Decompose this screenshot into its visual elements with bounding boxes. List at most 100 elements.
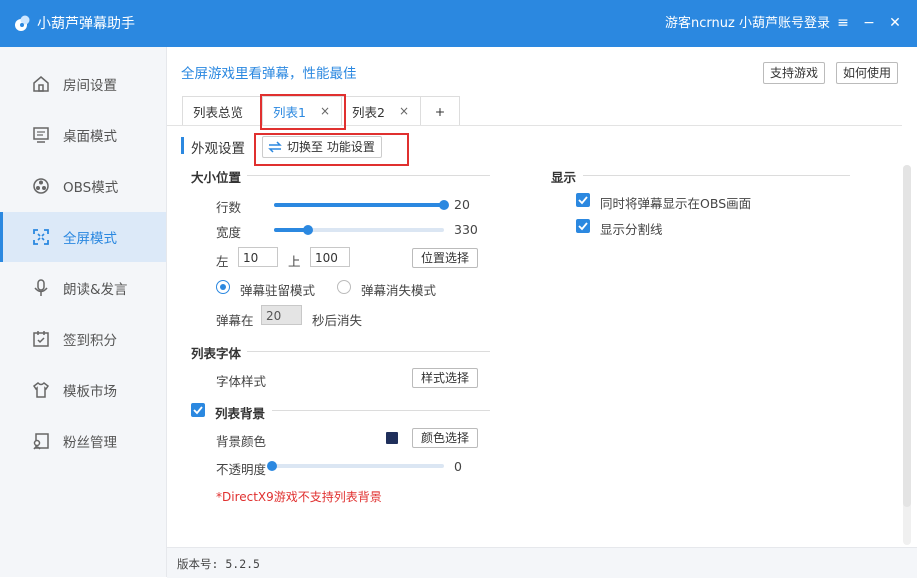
check-icon	[578, 196, 588, 205]
divider	[247, 351, 490, 352]
house-icon	[33, 76, 49, 92]
vanish-mode-radio[interactable]	[337, 280, 351, 294]
rows-label: 行数	[216, 200, 242, 215]
top-offset-input[interactable]: 100	[310, 247, 350, 267]
app-title: 小葫芦弹幕助手	[37, 16, 135, 32]
vanish-prefix-label: 弹幕在	[216, 313, 254, 328]
switch-to-function-settings-button[interactable]: 切换至 功能设置	[262, 136, 382, 158]
sidebar-item-desktop-mode[interactable]: 桌面模式	[0, 110, 166, 160]
status-footer: 版本号: 5.2.5	[167, 547, 917, 578]
sidebar-item-template-market[interactable]: 模板市场	[0, 365, 166, 415]
tab-label: 列表2	[352, 104, 385, 120]
monitor-icon	[33, 127, 49, 143]
sidebar-item-label: 粉丝管理	[63, 435, 117, 451]
sidebar-item-label: 模板市场	[63, 384, 117, 400]
sidebar-item-label: 桌面模式	[63, 129, 117, 145]
gourd-logo-icon	[15, 15, 30, 31]
sidebar-item-read-and-speak[interactable]: 朗读&发言	[0, 263, 166, 313]
vanish-mode-label[interactable]: 弹幕消失模式	[361, 280, 436, 299]
background-color-label: 背景颜色	[216, 434, 267, 449]
fan-card-icon	[33, 433, 49, 450]
tab-divider	[167, 125, 902, 126]
sidebar: 房间设置 桌面模式 OBS模式 全屏模式 朗读&发言 签到积分 模板市场 粉丝管…	[0, 47, 167, 577]
switch-button-label: 切换至 功能设置	[287, 140, 375, 154]
title-bar: 小葫芦弹幕助手 游客ncrnuz 小葫芦账号登录 ≡ − ✕	[0, 0, 917, 47]
tab-close-icon[interactable]: ×	[320, 104, 330, 118]
size-position-title: 大小位置	[191, 170, 242, 185]
display-title: 显示	[551, 170, 577, 185]
width-slider-knob[interactable]	[303, 225, 313, 235]
menu-icon[interactable]: ≡	[832, 12, 854, 34]
vanish-suffix-label: 秒后消失	[312, 313, 363, 328]
version-label: 版本号: 5.2.5	[177, 557, 260, 571]
show-in-obs-checkbox[interactable]	[576, 193, 590, 207]
sidebar-item-label: OBS模式	[63, 180, 119, 196]
check-icon	[193, 406, 203, 415]
section-accent-bar	[181, 137, 184, 154]
obs-icon	[33, 178, 49, 194]
calendar-check-icon	[33, 331, 49, 347]
sidebar-item-label: 全屏模式	[63, 231, 117, 247]
account-login-link[interactable]: 小葫芦账号登录	[739, 15, 830, 33]
sidebar-item-label: 房间设置	[63, 78, 117, 94]
guest-user-name: 游客ncrnuz	[665, 16, 735, 31]
left-label: 左	[216, 254, 229, 269]
tab-list-1[interactable]: 列表1 ×	[262, 96, 342, 125]
divider	[272, 410, 490, 411]
scrollbar-thumb[interactable]	[903, 165, 911, 507]
position-select-button[interactable]: 位置选择	[412, 248, 479, 268]
sidebar-item-fan-management[interactable]: 粉丝管理	[0, 416, 166, 466]
top-label: 上	[288, 254, 301, 269]
sidebar-item-obs-mode[interactable]: OBS模式	[0, 161, 166, 211]
opacity-slider-track[interactable]	[272, 464, 444, 468]
color-select-button[interactable]: 颜色选择	[412, 428, 479, 448]
minimize-icon[interactable]: −	[858, 12, 880, 34]
rows-slider-fill	[274, 203, 444, 207]
sidebar-item-label: 签到积分	[63, 333, 117, 349]
tab-close-icon[interactable]: ×	[399, 104, 409, 118]
support-games-button[interactable]: 支持游戏	[763, 62, 826, 84]
add-tab-button[interactable]: +	[420, 96, 460, 125]
sidebar-item-fullscreen-mode[interactable]: 全屏模式	[0, 212, 166, 262]
tab-label: 列表1	[273, 104, 306, 120]
how-to-use-button[interactable]: 如何使用	[836, 62, 899, 84]
page-headline: 全屏游戏里看弹幕，性能最佳	[181, 66, 357, 82]
sidebar-item-checkin-points[interactable]: 签到积分	[0, 314, 166, 364]
tab-list-2[interactable]: 列表2 ×	[341, 96, 421, 125]
swap-icon	[268, 141, 282, 153]
close-icon[interactable]: ✕	[884, 12, 906, 34]
font-style-label: 字体样式	[216, 374, 267, 389]
check-icon	[578, 222, 588, 231]
list-font-title: 列表字体	[191, 346, 242, 361]
stay-mode-radio[interactable]	[216, 280, 230, 294]
width-label: 宽度	[216, 225, 242, 240]
appearance-settings-title: 外观设置	[191, 141, 245, 157]
opacity-value: 0	[454, 459, 462, 474]
microphone-icon	[34, 279, 48, 296]
tab-list-overview[interactable]: 列表总览	[182, 96, 263, 125]
show-divider-checkbox[interactable]	[576, 219, 590, 233]
add-tab-label: +	[434, 103, 446, 119]
left-offset-input[interactable]: 10	[238, 247, 278, 267]
rows-value: 20	[454, 197, 470, 212]
style-select-button[interactable]: 样式选择	[412, 368, 479, 388]
opacity-slider-knob[interactable]	[267, 461, 277, 471]
list-background-checkbox[interactable]	[191, 403, 205, 417]
show-divider-label[interactable]: 显示分割线	[600, 219, 663, 238]
show-in-obs-label[interactable]: 同时将弹幕显示在OBS画面	[600, 193, 751, 212]
rows-slider-knob[interactable]	[439, 200, 449, 210]
sidebar-item-label: 朗读&发言	[63, 282, 128, 298]
vanish-seconds-input[interactable]: 20	[261, 305, 302, 325]
background-color-swatch[interactable]	[386, 432, 398, 444]
main-panel: 全屏游戏里看弹幕，性能最佳 支持游戏 如何使用 列表总览 列表1 × 列表2 ×…	[167, 47, 917, 578]
list-background-title: 列表背景	[215, 406, 266, 421]
divider	[247, 175, 490, 176]
divider	[583, 175, 850, 176]
opacity-label: 不透明度	[216, 462, 267, 477]
list-tabs: 列表总览 列表1 × 列表2 × +	[182, 96, 460, 126]
directx9-warning: *DirectX9游戏不支持列表背景	[216, 490, 382, 504]
tab-label: 列表总览	[193, 104, 244, 120]
width-value: 330	[454, 222, 478, 237]
sidebar-item-room-settings[interactable]: 房间设置	[0, 59, 166, 109]
stay-mode-label[interactable]: 弹幕驻留模式	[240, 280, 315, 299]
